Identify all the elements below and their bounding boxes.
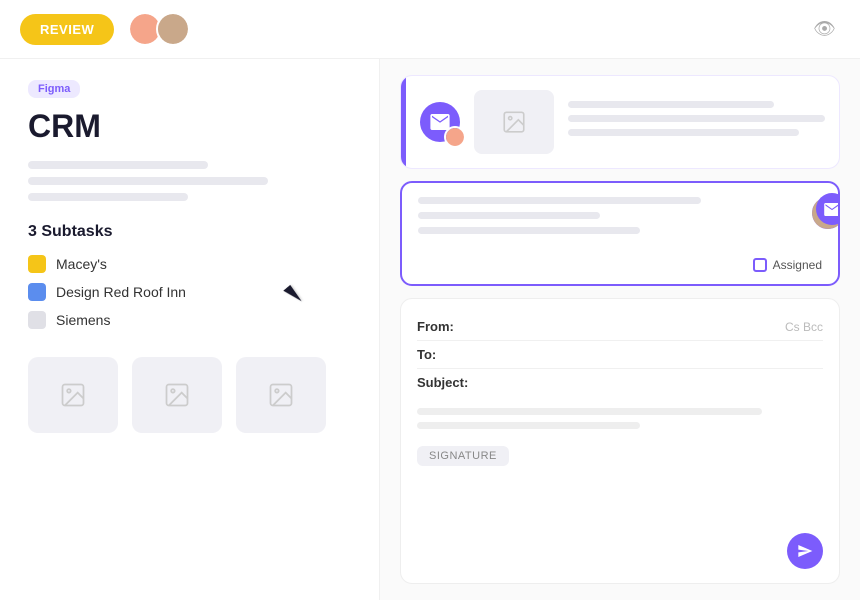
- subtask-siemens[interactable]: Siemens: [28, 311, 351, 329]
- subtask-siemens-label: Siemens: [56, 312, 110, 328]
- avatar-2: [156, 12, 190, 46]
- compose-to-row: To:: [417, 341, 823, 369]
- email-line-1a: [568, 101, 774, 108]
- email-card-image-1: [474, 90, 554, 154]
- subtask-icon-blue: [28, 283, 46, 301]
- compose-subject-row: Subject:: [417, 369, 823, 396]
- subtask-redroof[interactable]: Design Red Roof Inn: [28, 283, 351, 301]
- thumbnail-1[interactable]: [28, 357, 118, 433]
- subject-label: Subject:: [417, 375, 477, 390]
- desc-line-2: [28, 177, 268, 185]
- subtask-icon-gray: [28, 311, 46, 329]
- email-card-lines-1: [568, 101, 825, 143]
- body-line-1: [417, 408, 762, 415]
- email-line-1b: [568, 115, 825, 122]
- body-line-2: [417, 422, 640, 429]
- right-panel: Assigned From: Cs Bcc To: Subject: SIGNA…: [380, 59, 860, 600]
- to-label: To:: [417, 347, 477, 362]
- card-content-1: [406, 76, 839, 168]
- email-line-1c: [568, 129, 799, 136]
- card2-line-1: [418, 197, 701, 204]
- email-avatar-photo-1: [444, 126, 466, 148]
- figma-badge: Figma: [28, 80, 80, 98]
- compose-footer: [417, 525, 823, 569]
- email-card-2: Assigned: [400, 181, 840, 286]
- signature-button[interactable]: SIGNATURE: [417, 446, 509, 466]
- avatars-group: [128, 12, 190, 46]
- assigned-checkbox[interactable]: [753, 258, 767, 272]
- thumbnail-row: [28, 357, 351, 433]
- email-card-1: [400, 75, 840, 169]
- subtask-list: Macey's Design Red Roof Inn Siemens: [28, 255, 351, 329]
- crm-title: CRM: [28, 108, 351, 145]
- cc-bcc-label: Cs Bcc: [785, 320, 823, 334]
- email-icon-2: [816, 193, 840, 225]
- card2-line-3: [418, 227, 640, 234]
- compose-from-row: From: Cs Bcc: [417, 313, 823, 341]
- thumbnail-3[interactable]: [236, 357, 326, 433]
- email-avatar-1: [420, 102, 460, 142]
- eye-icon[interactable]: 👁: [813, 19, 836, 40]
- desc-line-1: [28, 161, 208, 169]
- email-compose: From: Cs Bcc To: Subject: SIGNATURE: [400, 298, 840, 584]
- thumbnail-2[interactable]: [132, 357, 222, 433]
- compose-body-lines: [417, 408, 823, 436]
- subtasks-title: 3 Subtasks: [28, 223, 351, 241]
- card-2-lines: [418, 197, 822, 234]
- assigned-label: Assigned: [773, 258, 822, 272]
- description-lines: [28, 161, 351, 201]
- subtask-redroof-label: Design Red Roof Inn: [56, 284, 186, 300]
- desc-line-3: [28, 193, 188, 201]
- avatar-circle-2: [158, 14, 188, 44]
- main-content: Figma CRM 3 Subtasks Macey's Design Red …: [0, 59, 860, 600]
- subtask-icon-yellow: [28, 255, 46, 273]
- subtask-maceys-label: Macey's: [56, 256, 107, 272]
- top-bar: REVIEW 👁: [0, 0, 860, 59]
- assigned-row: Assigned: [402, 258, 838, 284]
- review-button[interactable]: REVIEW: [20, 14, 114, 45]
- from-label: From:: [417, 319, 477, 334]
- send-button[interactable]: [787, 533, 823, 569]
- card-2-inner: [402, 183, 838, 258]
- subtask-maceys[interactable]: Macey's: [28, 255, 351, 273]
- left-panel: Figma CRM 3 Subtasks Macey's Design Red …: [0, 59, 380, 600]
- card2-line-2: [418, 212, 600, 219]
